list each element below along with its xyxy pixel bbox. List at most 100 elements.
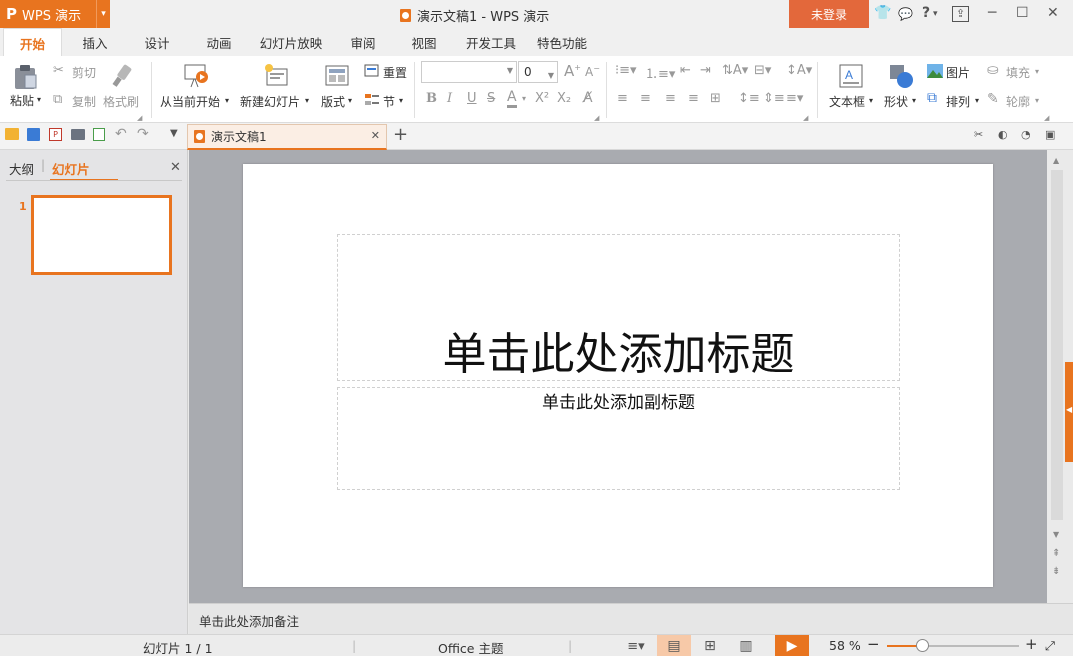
print-preview-icon[interactable]	[93, 128, 105, 141]
reset-button[interactable]: 重置	[383, 64, 407, 81]
textbox-icon[interactable]: A	[839, 63, 863, 89]
zoom-in-icon[interactable]: +	[1025, 635, 1038, 653]
italic-icon[interactable]: I	[447, 91, 452, 106]
strikethrough-icon[interactable]: S	[487, 91, 495, 106]
shape-button[interactable]: 形状	[884, 93, 908, 110]
font-color-icon[interactable]: A	[507, 89, 517, 108]
format-painter-button[interactable]: 格式刷	[103, 93, 139, 110]
from-current-button[interactable]: 从当前开始	[160, 93, 220, 110]
help-icon[interactable]: ?	[922, 5, 930, 21]
zoom-slider-knob[interactable]	[916, 639, 930, 652]
export-pdf-icon[interactable]: P	[49, 128, 62, 141]
close-tab-icon[interactable]: ✕	[371, 129, 380, 142]
from-current-dropdown-icon[interactable]: ▾	[225, 96, 229, 105]
subscript-icon[interactable]: X₂	[557, 91, 571, 106]
picture-icon[interactable]	[927, 64, 943, 78]
clipboard-dialog-icon[interactable]: ◢	[137, 114, 142, 122]
outline-pen-icon[interactable]: ✎	[987, 91, 999, 107]
fill-button[interactable]: 填充	[1006, 64, 1030, 81]
tab-view[interactable]: 视图	[401, 28, 447, 57]
scroll-down-icon[interactable]: ▼	[1053, 530, 1059, 539]
tab-design[interactable]: 设计	[132, 28, 182, 57]
picture-button[interactable]: 图片	[946, 64, 970, 81]
redo-icon[interactable]: ↷	[137, 126, 149, 142]
increase-indent-icon[interactable]: ⇥	[700, 63, 711, 78]
print-icon[interactable]	[71, 129, 85, 140]
shape-icon[interactable]	[888, 63, 914, 89]
play-from-current-icon[interactable]	[183, 62, 211, 90]
fill-dropdown-icon[interactable]: ▾	[1035, 67, 1039, 76]
minimize-icon[interactable]: ─	[988, 5, 996, 21]
title-placeholder-text[interactable]: 单击此处添加标题	[337, 318, 900, 382]
tab-developer[interactable]: 开发工具	[460, 28, 522, 57]
notes-toggle-icon[interactable]: ≡▾	[620, 635, 652, 656]
font-name-combo[interactable]: ▼	[421, 61, 517, 83]
tab-insert[interactable]: 插入	[70, 28, 120, 57]
wps-menu-button[interactable]: P WPS 演示 ▾	[0, 0, 110, 28]
tab-special-features[interactable]: 特色功能	[532, 28, 592, 57]
section-icon[interactable]	[364, 92, 380, 108]
decrease-indent-icon[interactable]: ⇤	[680, 63, 691, 78]
drawing-dialog-icon[interactable]: ◢	[1044, 114, 1049, 122]
new-slide-dropdown-icon[interactable]: ▾	[305, 96, 309, 105]
layout-dropdown-icon[interactable]: ▾	[348, 96, 352, 105]
align-center-icon[interactable]: ≡	[640, 91, 651, 106]
paste-button[interactable]: 粘贴	[10, 92, 34, 109]
previous-slide-icon[interactable]: ⇞	[1052, 548, 1060, 559]
tab-outline[interactable]: 大纲	[9, 159, 34, 178]
chevron-down-icon[interactable]: ▾	[96, 0, 110, 28]
justify-icon[interactable]: ≡	[688, 91, 699, 106]
shape-dropdown-icon[interactable]: ▾	[912, 96, 916, 105]
close-icon[interactable]: ✕	[1047, 5, 1059, 21]
scroll-up-icon[interactable]: ▲	[1053, 156, 1059, 165]
bold-icon[interactable]: B	[426, 91, 437, 106]
align-right-icon[interactable]: ≡	[665, 91, 676, 106]
fill-bucket-icon[interactable]: ⛀	[987, 62, 999, 78]
format-painter-icon[interactable]	[110, 63, 134, 89]
reading-mode-icon[interactable]: ◐	[998, 128, 1008, 141]
paragraph-spacing-icon[interactable]: ⇕≡	[763, 91, 785, 106]
superscript-icon[interactable]: X²	[535, 91, 549, 106]
document-tab[interactable]: 演示文稿1 ✕	[187, 124, 387, 150]
underline-icon[interactable]: U	[467, 91, 477, 106]
layout-button[interactable]: 版式	[321, 93, 345, 110]
section-button[interactable]: 节	[383, 93, 395, 110]
font-color-dropdown-icon[interactable]: ▾	[522, 94, 526, 103]
tab-review[interactable]: 审阅	[340, 28, 386, 57]
tools-icon[interactable]: ✂	[974, 128, 983, 141]
cut-button[interactable]: 剪切	[72, 64, 96, 81]
new-slide-icon[interactable]	[262, 62, 290, 90]
reset-icon[interactable]	[364, 63, 380, 79]
align-left-icon[interactable]: ≡	[617, 91, 628, 106]
text-direction-icon[interactable]: ⇅A▾	[722, 63, 748, 78]
chat-icon[interactable]: 💬	[898, 7, 913, 21]
tab-animation[interactable]: 动画	[194, 28, 244, 57]
message-icon[interactable]: ▣	[1045, 128, 1055, 141]
outline-dropdown-icon[interactable]: ▾	[1035, 96, 1039, 105]
skin-icon[interactable]: 👕	[874, 5, 891, 21]
next-slide-icon[interactable]: ⇟	[1052, 566, 1060, 577]
maximize-icon[interactable]: ☐	[1016, 5, 1029, 21]
new-tab-icon[interactable]: +	[393, 124, 408, 145]
share-icon[interactable]: ⇪	[952, 6, 969, 22]
copy-button[interactable]: 复制	[72, 93, 96, 110]
character-spacing-icon[interactable]: ↕A▾	[786, 63, 812, 78]
bullets-icon[interactable]: ⁝≡▾	[615, 63, 637, 78]
customize-toolbar-icon[interactable]: ▼	[170, 128, 178, 139]
undo-icon[interactable]: ↶	[115, 126, 127, 142]
tab-slides[interactable]: 幻灯片	[52, 159, 90, 178]
tab-slideshow[interactable]: 幻灯片放映	[255, 28, 327, 57]
arrange-button[interactable]: 排列	[946, 93, 970, 110]
distribute-icon[interactable]: ⊞	[710, 91, 721, 106]
comment-icon[interactable]: ◔	[1021, 128, 1031, 141]
align-text-icon[interactable]: ⊟▾	[754, 63, 771, 78]
new-slide-button[interactable]: 新建幻灯片	[240, 93, 300, 110]
font-size-combo[interactable]: 0 ▼	[518, 61, 558, 83]
chevron-down-icon[interactable]: ▼	[548, 66, 554, 86]
textbox-button[interactable]: 文本框	[829, 93, 865, 110]
columns-icon[interactable]: ≡▾	[786, 91, 803, 106]
paragraph-dialog-icon[interactable]: ◢	[803, 114, 808, 122]
section-dropdown-icon[interactable]: ▾	[399, 96, 403, 105]
help-dropdown-icon[interactable]: ▾	[933, 9, 938, 19]
zoom-level[interactable]: 58 %	[829, 638, 861, 653]
